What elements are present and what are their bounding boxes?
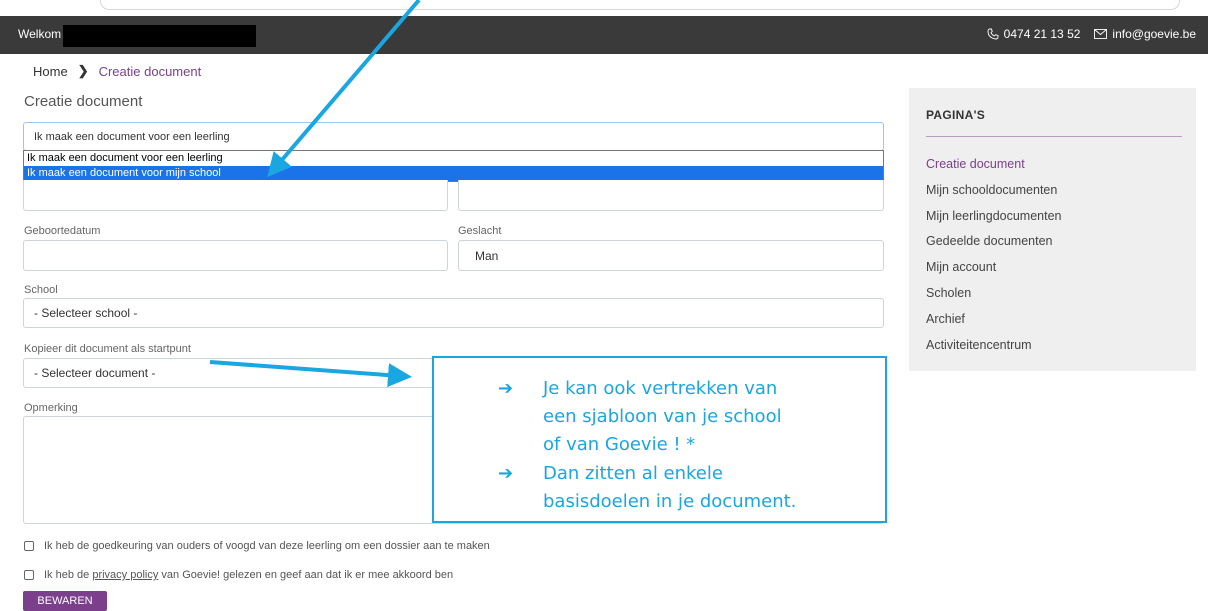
arrow-to-copy-document: [209, 360, 412, 388]
annotation-arrows: [209, 0, 421, 388]
arrow-to-school-option: [267, 0, 421, 178]
